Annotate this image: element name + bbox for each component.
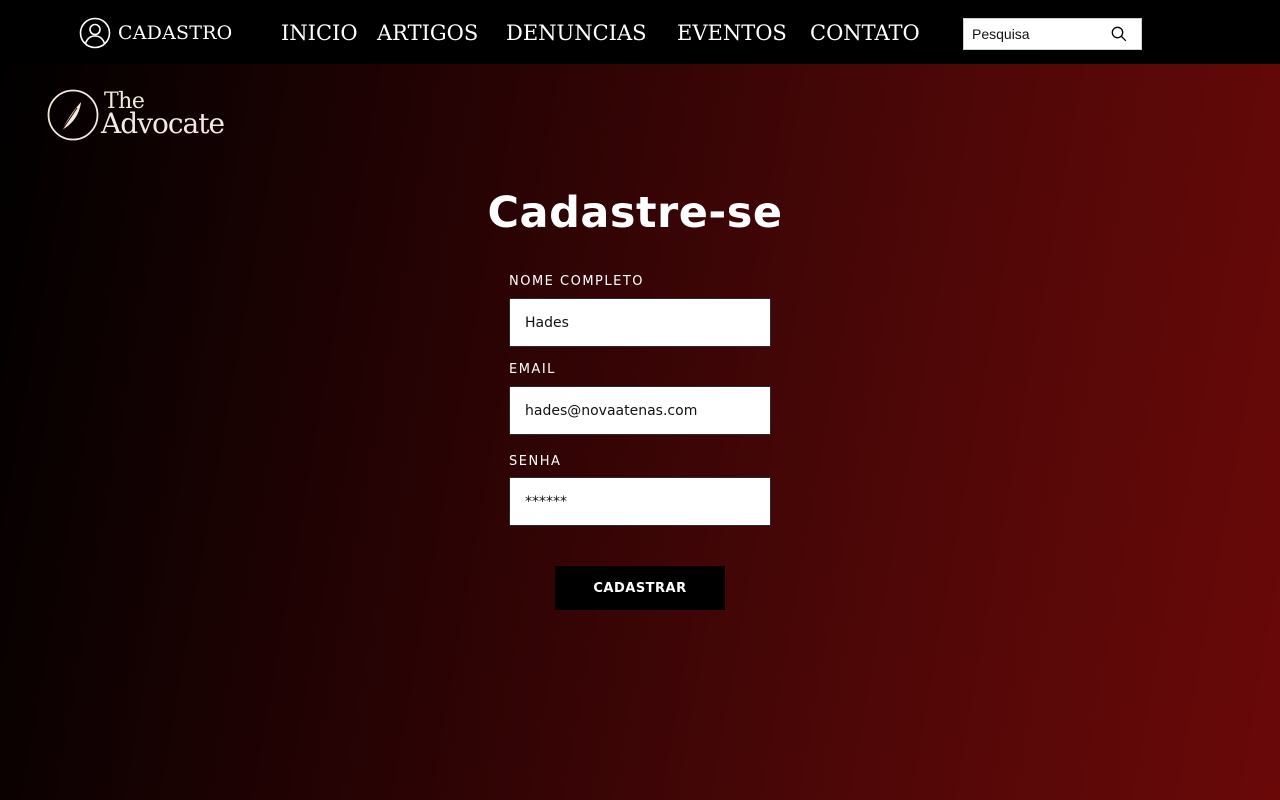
nav-link-artigos[interactable]: ARTIGOS (377, 20, 478, 46)
account-link[interactable]: CADASTRO (79, 17, 232, 49)
account-label: CADASTRO (118, 22, 233, 44)
user-circle-icon (79, 17, 111, 49)
search-icon[interactable] (1111, 26, 1127, 42)
password-field[interactable] (509, 477, 771, 526)
full-name-field[interactable] (509, 298, 771, 347)
nav-link-contato[interactable]: CONTATO (810, 20, 920, 46)
nav-link-inicio[interactable]: INICIO (281, 20, 358, 46)
nav-link-denuncias[interactable]: DENUNCIAS (506, 20, 647, 46)
nav-link-eventos[interactable]: EVENTOS (677, 20, 787, 46)
password-label: SENHA (509, 454, 562, 469)
register-button[interactable]: CADASTRAR (555, 566, 725, 610)
top-navigation-bar: CADASTRO INICIO ARTIGOS DENUNCIAS EVENTO… (0, 0, 1280, 64)
name-label: NOME COMPLETO (509, 274, 645, 289)
brand-name-line2: Advocate (101, 107, 225, 140)
brand-logo[interactable]: The Advocate (47, 89, 247, 145)
search-input[interactable] (964, 19, 1104, 49)
email-field[interactable] (509, 386, 771, 435)
quill-feather-icon (47, 89, 99, 141)
search-box (963, 18, 1142, 50)
page-title: Cadastre-se (487, 188, 783, 238)
email-label: EMAIL (509, 362, 556, 377)
